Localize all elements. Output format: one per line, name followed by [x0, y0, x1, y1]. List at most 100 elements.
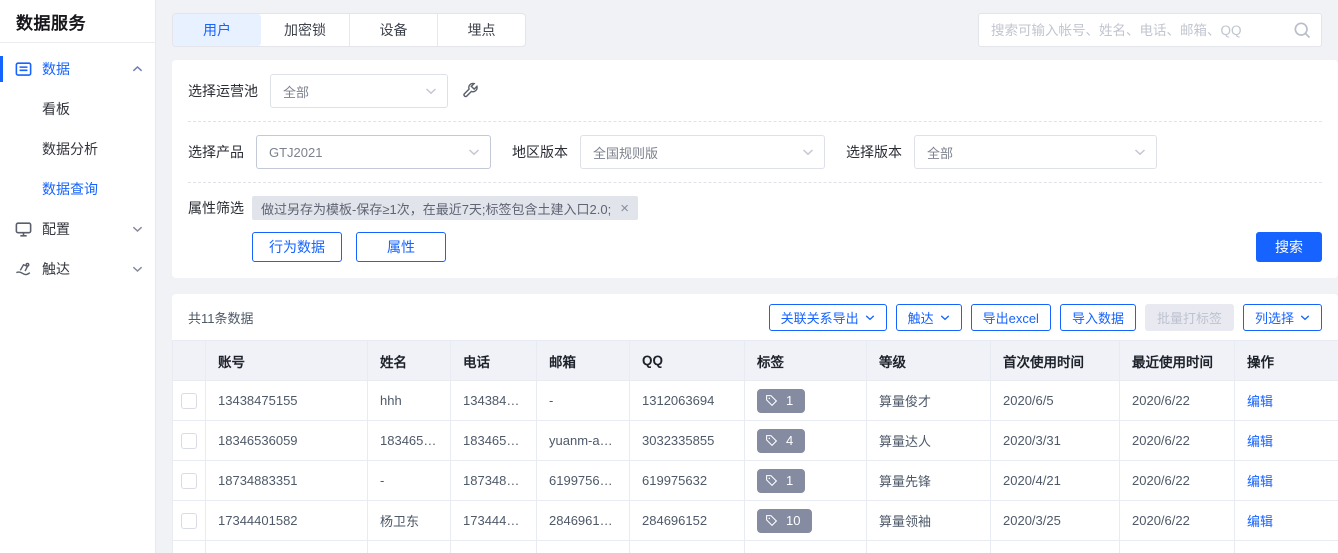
version-select-value: 全部 [927, 143, 953, 162]
close-icon[interactable]: × [620, 201, 629, 216]
divider [188, 182, 1322, 183]
column-header: 最近使用时间 [1120, 341, 1235, 381]
row-checkbox[interactable] [181, 473, 197, 489]
tab-device[interactable]: 设备 [349, 14, 437, 46]
edit-link[interactable]: 编辑 [1247, 434, 1273, 449]
table-body: 13438475155 hhh 13438475155 - 1312063694… [173, 381, 1338, 541]
chevron-down-icon [468, 148, 480, 156]
active-indicator [0, 56, 3, 82]
data-icon [14, 60, 33, 79]
cell-last-use: 2020/6/22 [1120, 461, 1235, 501]
import-data-button[interactable]: 导入数据 [1060, 304, 1136, 331]
row-checkbox[interactable] [181, 393, 197, 409]
cell-qq: 619975632 [630, 461, 745, 501]
pool-select-value: 全部 [283, 82, 309, 101]
attribute-button[interactable]: 属性 [356, 232, 446, 262]
version-label: 选择版本 [846, 142, 902, 162]
table-row: 18346536059 18346536059 18346536059 yuan… [173, 421, 1338, 461]
column-header: 姓名 [368, 341, 451, 381]
table-row: 18734883351 - 18734883351 619975632... 6… [173, 461, 1338, 501]
cell-phone: 17344401582 [451, 501, 537, 541]
export-excel-button[interactable]: 导出excel [971, 304, 1051, 331]
main-content: 用户 加密锁 设备 埋点 选择运营池 全部 选择产品 [156, 0, 1338, 553]
cell-qq: 1312063694 [630, 381, 745, 421]
cell-last-use: 2020/6/22 [1120, 421, 1235, 461]
sidebar-item-label: 触达 [42, 259, 70, 279]
sidebar-item-label: 配置 [42, 219, 70, 239]
tab-tracking[interactable]: 埋点 [437, 14, 525, 46]
search-button[interactable]: 搜索 [1256, 232, 1322, 262]
sidebar-item-reach[interactable]: 触达 [0, 249, 155, 289]
reach-label: 触达 [908, 308, 934, 327]
reach-button[interactable]: 触达 [896, 304, 962, 331]
sidebar-item-query[interactable]: 数据查询 [0, 169, 155, 209]
sidebar-item-label: 数据 [42, 59, 70, 79]
region-select[interactable]: 全国规则版 [580, 135, 825, 169]
column-header: 邮箱 [537, 341, 630, 381]
chevron-down-icon [425, 87, 437, 95]
tag-icon [765, 394, 778, 407]
cell-account: 13438475155 [206, 381, 368, 421]
tab-group: 用户 加密锁 设备 埋点 [172, 13, 526, 47]
edit-link[interactable]: 编辑 [1247, 514, 1273, 529]
cell-account: 18346536059 [206, 421, 368, 461]
tag-count: 4 [786, 433, 793, 448]
relation-export-label: 关联关系导出 [781, 308, 859, 327]
tag-count-badge[interactable]: 1 [757, 469, 805, 493]
column-select-label: 列选择 [1255, 308, 1294, 327]
chevron-down-icon [940, 314, 950, 321]
pool-select[interactable]: 全部 [270, 74, 448, 108]
tag-count-badge[interactable]: 1 [757, 389, 805, 413]
column-header: 操作 [1235, 341, 1338, 381]
cell-qq: 284696152 [630, 501, 745, 541]
product-select[interactable]: GTJ2021 [256, 135, 491, 169]
region-select-value: 全国规则版 [593, 143, 658, 162]
tag-count: 10 [786, 513, 800, 528]
sidebar-item-data[interactable]: 数据 [0, 49, 155, 89]
data-table: 账号 姓名 电话 邮箱 QQ 标签 等级 首次使用时间 最近使用时间 操作 13… [172, 340, 1338, 553]
tag-icon [765, 514, 778, 527]
behavior-data-button[interactable]: 行为数据 [252, 232, 342, 262]
tab-user[interactable]: 用户 [173, 14, 261, 46]
sidebar: 数据服务 数据 看板 数据分析 数据查询 配置 [0, 0, 156, 553]
chevron-down-icon [1134, 148, 1146, 156]
cell-level: 算量先锋 [867, 461, 991, 501]
tag-count-badge[interactable]: 10 [757, 509, 812, 533]
cell-email: 284696152... [537, 501, 630, 541]
sidebar-item-analysis[interactable]: 数据分析 [0, 129, 155, 169]
cell-email: - [537, 381, 630, 421]
cell-tags: 10 [745, 501, 867, 541]
column-header: 账号 [206, 341, 368, 381]
search-input[interactable] [978, 13, 1322, 47]
row-checkbox[interactable] [181, 433, 197, 449]
attr-filter-tag[interactable]: 做过另存为模板-保存≥1次，在最近7天;标签包含土建入口2.0; × [252, 196, 638, 220]
relation-export-button[interactable]: 关联关系导出 [769, 304, 887, 331]
cell-email: 619975632... [537, 461, 630, 501]
cell-email: yuanm-a@... [537, 421, 630, 461]
global-search [978, 13, 1322, 47]
tag-count-badge[interactable]: 4 [757, 429, 805, 453]
version-select[interactable]: 全部 [914, 135, 1157, 169]
sidebar-item-config[interactable]: 配置 [0, 209, 155, 249]
edit-link[interactable]: 编辑 [1247, 394, 1273, 409]
cell-tags: 1 [745, 461, 867, 501]
cell-qq: 3032335855 [630, 421, 745, 461]
search-icon[interactable] [1292, 20, 1312, 40]
cell-level: 算量俊才 [867, 381, 991, 421]
chevron-down-icon [132, 265, 143, 273]
sidebar-item-kanban[interactable]: 看板 [0, 89, 155, 129]
row-checkbox[interactable] [181, 513, 197, 529]
pool-label: 选择运营池 [188, 81, 258, 101]
column-select-button[interactable]: 列选择 [1243, 304, 1322, 331]
divider [188, 121, 1322, 122]
tag-count: 1 [786, 393, 793, 408]
wrench-icon[interactable] [460, 81, 480, 101]
tab-lock[interactable]: 加密锁 [261, 14, 349, 46]
edit-link[interactable]: 编辑 [1247, 474, 1273, 489]
top-bar: 用户 加密锁 设备 埋点 [172, 0, 1338, 60]
cell-first-use: 2020/3/25 [991, 501, 1120, 541]
table-header-row: 账号 姓名 电话 邮箱 QQ 标签 等级 首次使用时间 最近使用时间 操作 [173, 341, 1338, 381]
chevron-down-icon [802, 148, 814, 156]
app-title: 数据服务 [0, 0, 155, 43]
cell-account: 17344401582 [206, 501, 368, 541]
